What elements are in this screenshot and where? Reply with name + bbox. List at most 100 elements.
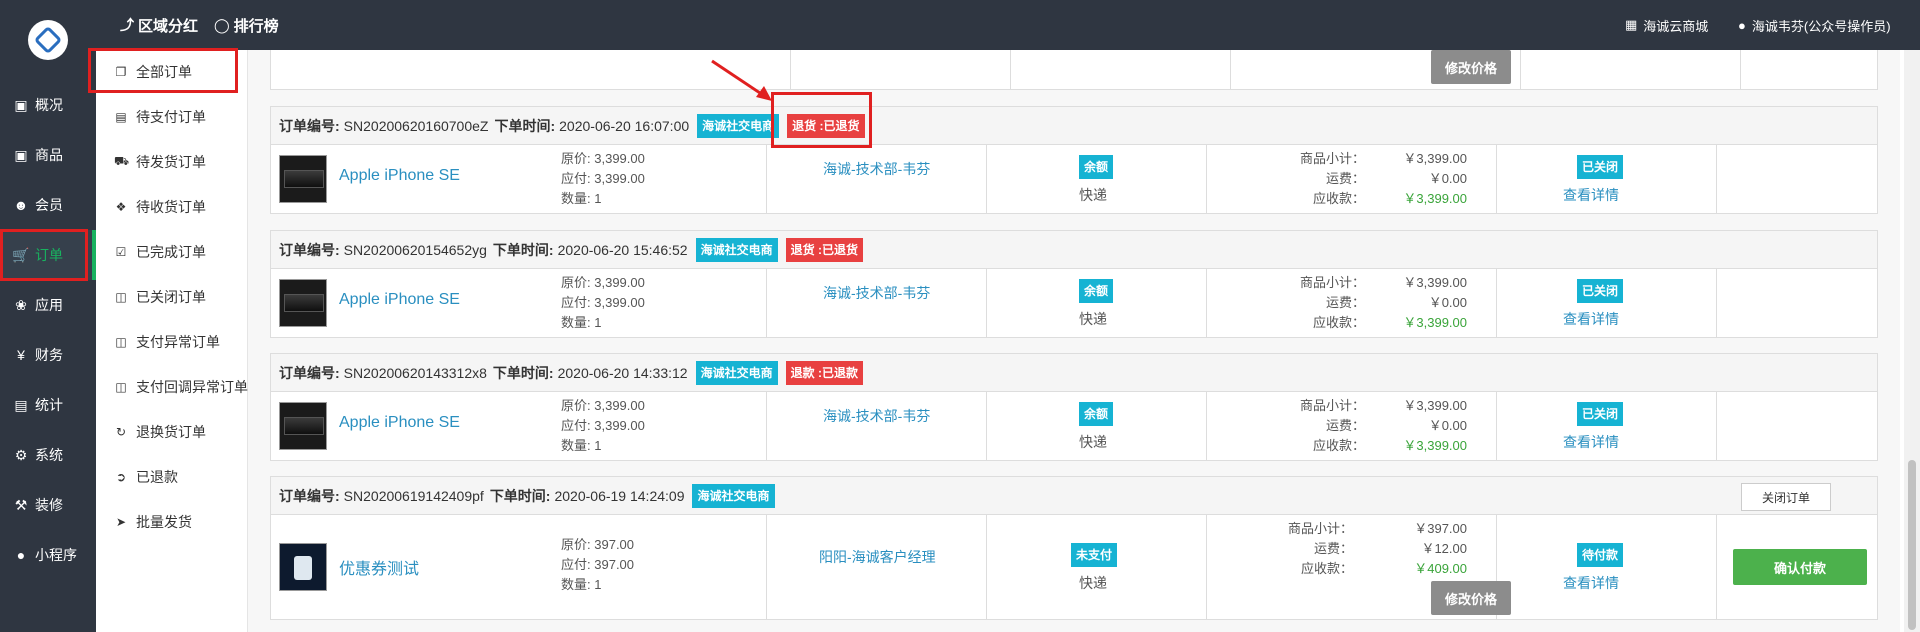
view-detail-link[interactable]: 查看详情 — [1563, 309, 1619, 329]
submenu-closed[interactable]: ◫ 已关闭订单 — [96, 275, 248, 319]
original-price-label: 原价: — [561, 537, 591, 552]
grid-icon: ▦ — [1625, 17, 1638, 32]
scrollbar-thumb[interactable] — [1908, 460, 1916, 630]
summary-labels: 商品小计： 运费： 应收款： — [1273, 149, 1365, 209]
confirm-payment-button[interactable]: 确认付款 — [1733, 549, 1867, 585]
sidebar-item-label: 统计 — [35, 397, 63, 413]
sidebar-item-system[interactable]: ⚙ 系统 — [0, 430, 96, 480]
sidebar-item-orders[interactable]: 🛒 订单 — [0, 230, 96, 280]
product-name-link[interactable]: Apple iPhone SE — [339, 414, 460, 432]
submenu-returns[interactable]: ↻ 退换货订单 — [96, 410, 248, 454]
payable-price: 3,399.00 — [594, 418, 645, 433]
summary-values: ￥3,399.00 ￥0.00 ￥3,399.00 — [1369, 396, 1467, 456]
submenu-pending-shipment[interactable]: ⛟ 待发货订单 — [96, 140, 248, 184]
sidebar-item-miniprogram[interactable]: ● 小程序 — [0, 530, 96, 580]
modify-price-button[interactable]: 修改价格 — [1431, 50, 1511, 84]
view-detail-link[interactable]: 查看详情 — [1563, 185, 1619, 205]
order-status-badge: 已关闭 — [1577, 155, 1624, 179]
cart-icon: 🛒 — [12, 246, 30, 263]
product-name-link[interactable]: Apple iPhone SE — [339, 167, 460, 185]
order-no: SN20200620154652yg — [343, 241, 487, 258]
staff-link[interactable]: 阳阳-海诚客户经理 — [819, 547, 936, 567]
submenu-all-orders[interactable]: ❐ 全部订单 — [96, 50, 248, 94]
subtotal-label: 商品小计： — [1287, 521, 1353, 536]
payable-price: 3,399.00 — [594, 171, 645, 186]
settings-icon: ⚙ — [14, 446, 28, 463]
shipping-method: 快递 — [1079, 434, 1107, 450]
freight-value: ￥0.00 — [1428, 418, 1467, 433]
view-detail-link[interactable]: 查看详情 — [1563, 573, 1619, 593]
sidebar-item-members[interactable]: ☻ 会员 — [0, 180, 96, 230]
circle-icon: ◯ — [214, 16, 230, 33]
order-body: 优惠券测试 原价: 397.00 应付: 397.00 数量: 1 阳阳-海诚客… — [271, 515, 1877, 619]
submenu-payment-error[interactable]: ◫ 支付异常订单 — [96, 320, 248, 364]
sidebar-item-stats[interactable]: ▤ 统计 — [0, 380, 96, 430]
mall-link[interactable]: ▦ 海诚云商城 — [1625, 0, 1708, 50]
submenu-pending-receipt[interactable]: ❖ 待收货订单 — [96, 185, 248, 229]
staff-link[interactable]: 海诚-技术部-韦芬 — [823, 159, 930, 179]
order-time-label: 下单时间: — [494, 117, 556, 134]
view-detail-link[interactable]: 查看详情 — [1563, 432, 1619, 452]
payment-method-badge: 余额 — [1079, 402, 1114, 426]
payable-price: 397.00 — [594, 557, 635, 572]
product-thumbnail[interactable] — [279, 402, 327, 450]
submenu-callback-error[interactable]: ◫ 支付回调异常订单 — [96, 365, 248, 409]
user-name: 海诚韦芬(公众号操作员) — [1751, 18, 1891, 34]
product-name-link[interactable]: 优惠券测试 — [339, 555, 419, 579]
submenu-label: 待收货订单 — [136, 199, 206, 215]
order-no: SN20200620160700eZ — [343, 117, 489, 134]
order-header: 订单编号: SN20200620160700eZ 下单时间: 2020-06-2… — [271, 107, 1877, 145]
submenu-completed[interactable]: ☑ 已完成订单 — [96, 230, 248, 274]
product-thumbnail[interactable] — [279, 279, 327, 327]
submenu-label: 批量发货 — [136, 514, 192, 530]
trash-icon: ◫ — [115, 290, 127, 304]
order-no: SN20200620143312x8 — [343, 364, 487, 381]
staff-link[interactable]: 海诚-技术部-韦芬 — [823, 283, 930, 303]
stats-icon: ▤ — [14, 396, 28, 413]
sidebar-item-overview[interactable]: ▣ 概况 — [0, 80, 96, 130]
sidebar-item-label: 装修 — [35, 497, 63, 513]
refresh-icon: ↻ — [115, 425, 127, 439]
freight-label: 运费： — [1313, 541, 1353, 556]
submenu-label: 已退款 — [136, 469, 178, 485]
sidebar-item-label: 商品 — [35, 147, 63, 163]
order-list: 修改价格 订单编号: SN20200620160700eZ 下单时间: 2020… — [248, 50, 1900, 632]
freight-value: ￥12.00 — [1421, 541, 1467, 556]
refund-status-badge: 退货 :已退货 — [785, 237, 863, 262]
freight-label: 运费： — [1325, 295, 1365, 310]
vertical-scrollbar[interactable] — [1904, 50, 1920, 632]
submenu-pending-payment[interactable]: ▤ 待支付订单 — [96, 95, 248, 139]
sidebar-item-goods[interactable]: ▣ 商品 — [0, 130, 96, 180]
shipping-method: 快递 — [1079, 311, 1107, 327]
modify-price-button[interactable]: 修改价格 — [1431, 581, 1511, 615]
trash-icon: ◫ — [115, 380, 127, 394]
brand-logo[interactable] — [28, 20, 68, 60]
product-thumbnail[interactable] — [279, 155, 327, 203]
submenu-refunded[interactable]: ➲ 已退款 — [96, 455, 248, 499]
receivable-value: ￥409.00 — [1414, 561, 1467, 576]
sidebar-item-apps[interactable]: ❀ 应用 — [0, 280, 96, 330]
receivable-value: ￥3,399.00 — [1403, 438, 1467, 453]
submenu-batch-ship[interactable]: ➤ 批量发货 — [96, 500, 248, 544]
order-card: 订单编号: SN20200619142409pf 下单时间: 2020-06-1… — [270, 476, 1878, 620]
subtotal-label: 商品小计： — [1299, 398, 1365, 413]
shipping-method: 快递 — [1079, 187, 1107, 203]
orders-submenu: ❐ 全部订单 ▤ 待支付订单 ⛟ 待发货订单 ❖ 待收货订单 ☑ 已完成订单 ◫ 已关闭订单… — [96, 50, 248, 632]
sidebar-item-decoration[interactable]: ⚒ 装修 — [0, 480, 96, 530]
channel-badge: 海诚社交电商 — [692, 483, 775, 508]
apps-icon: ❀ — [15, 296, 27, 313]
order-body: Apple iPhone SE 原价: 3,399.00 应付: 3,399.0… — [271, 392, 1877, 460]
user-menu[interactable]: ● 海诚韦芬(公众号操作员) — [1738, 0, 1891, 50]
product-thumbnail[interactable] — [279, 543, 327, 591]
order-time: 2020-06-20 14:33:12 — [557, 364, 688, 381]
sidebar-item-label: 应用 — [35, 297, 63, 313]
top-nav-regional-dividend[interactable]: ⤴ 区域分红 — [120, 0, 198, 50]
top-nav-ranking[interactable]: ◯ 排行榜 — [214, 0, 279, 50]
order-status-badge: 待付款 — [1577, 543, 1624, 567]
staff-link[interactable]: 海诚-技术部-韦芬 — [823, 406, 930, 426]
payable-label: 应付: — [561, 418, 591, 433]
sidebar-item-label: 财务 — [35, 347, 63, 363]
product-name-link[interactable]: Apple iPhone SE — [339, 291, 460, 309]
close-order-button[interactable]: 关闭订单 — [1741, 483, 1831, 511]
sidebar-item-finance[interactable]: ¥ 财务 — [0, 330, 96, 380]
